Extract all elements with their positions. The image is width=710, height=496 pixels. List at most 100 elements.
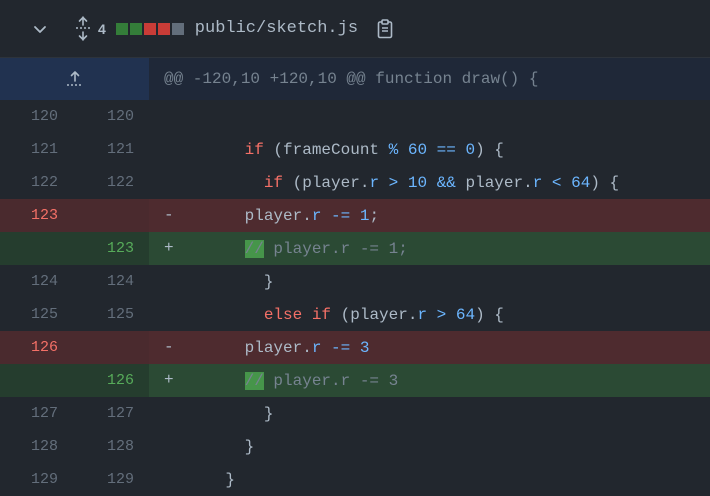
code-token: if (244, 140, 264, 159)
context-line: 120 120 (0, 100, 710, 133)
gutter-pad (134, 100, 149, 133)
old-line-number[interactable]: 126 (0, 331, 58, 364)
code-token: } (187, 272, 274, 291)
code-cell: } (149, 265, 710, 298)
context-line: 122 122 if (player.r > 10 && player.r < 6… (0, 166, 710, 199)
copy-icon[interactable] (377, 18, 393, 39)
new-line-number[interactable]: 129 (58, 463, 134, 496)
chevron-down-icon[interactable] (32, 21, 48, 37)
deleted-line: 123 - player.r -= 1; (0, 199, 710, 232)
expand-up-button[interactable] (0, 58, 149, 100)
new-line-number[interactable]: 124 (58, 265, 134, 298)
code-token: else if (263, 305, 332, 324)
gutter-pad (134, 397, 149, 430)
new-line-number[interactable] (58, 331, 134, 364)
gutter-pad (134, 463, 149, 496)
old-line-number[interactable]: 120 (0, 100, 58, 133)
context-line: 125 125 else if (player.r > 64) { (0, 298, 710, 331)
gutter-pad (134, 298, 149, 331)
code-token: < (551, 173, 562, 192)
context-line: 127 127 } (0, 397, 710, 430)
new-line-number[interactable]: 120 (58, 100, 134, 133)
hunk-text: @@ -120,10 +120,10 @@ function draw() { (149, 58, 710, 100)
diff-lines: 120 120 121 121 if (frameCount % 60 == 0) {… (0, 100, 710, 496)
old-line-number[interactable]: 122 (0, 166, 58, 199)
code-text: } (187, 404, 274, 423)
code-text: } (187, 272, 274, 291)
context-line: 129 129 } (0, 463, 710, 496)
code-token: -= (331, 206, 351, 225)
code-cell: + // player.r -= 3 (149, 364, 710, 397)
code-text: if (frameCount % 60 == 0) { (187, 141, 504, 159)
gutter-pad (134, 232, 149, 265)
code-token: r (311, 338, 322, 357)
code-token: r (417, 305, 428, 324)
added-line: 123 + // player.r -= 1; (0, 232, 710, 265)
gutter-pad (134, 430, 149, 463)
code-token: (player. (331, 305, 418, 324)
new-line-number[interactable] (58, 199, 134, 232)
code-token: player.r -= 1; (263, 239, 408, 258)
new-line-number[interactable]: 127 (58, 397, 134, 430)
code-token: 60 (407, 140, 428, 159)
code-token: player.r -= 3 (263, 371, 399, 390)
code-token: } (187, 470, 236, 489)
old-line-number[interactable]: 121 (0, 133, 58, 166)
code-cell: } (149, 463, 710, 496)
new-line-number[interactable]: 121 (58, 133, 134, 166)
gutter-pad (134, 166, 149, 199)
old-line-number[interactable] (0, 232, 58, 265)
context-line: 124 124 } (0, 265, 710, 298)
plus-sign: + (149, 232, 187, 265)
gutter-pad (134, 265, 149, 298)
new-line-number[interactable]: 128 (58, 430, 134, 463)
code-text: // player.r -= 3 (187, 371, 399, 390)
code-cell: - player.r -= 3 (149, 331, 710, 364)
old-line-number[interactable] (0, 364, 58, 397)
gutter-pad (134, 133, 149, 166)
old-line-number[interactable]: 125 (0, 298, 58, 331)
old-line-number[interactable]: 124 (0, 265, 58, 298)
diffstat-block (171, 22, 184, 35)
diffstat-block (129, 22, 142, 35)
new-line-number[interactable]: 126 (58, 364, 134, 397)
code-token: ; (369, 206, 380, 225)
code-token: -= (331, 338, 351, 357)
old-line-number[interactable]: 127 (0, 397, 58, 430)
code-token: if (263, 173, 284, 192)
code-token: ) { (590, 173, 620, 192)
new-line-number[interactable]: 125 (58, 298, 134, 331)
gutter-pad (134, 364, 149, 397)
old-line-number[interactable]: 129 (0, 463, 58, 496)
new-line-number[interactable]: 123 (58, 232, 134, 265)
code-token: 0 (465, 140, 476, 159)
new-line-number[interactable]: 122 (58, 166, 134, 199)
code-token: > (436, 305, 447, 324)
code-token: // (244, 239, 264, 258)
diffstat-block (115, 22, 128, 35)
old-line-number[interactable]: 128 (0, 430, 58, 463)
code-token: 10 (407, 173, 428, 192)
code-cell: + // player.r -= 1; (149, 232, 710, 265)
file-name[interactable]: public/sketch.js (195, 19, 358, 38)
code-cell: - player.r -= 1; (149, 199, 710, 232)
code-cell: if (player.r > 10 && player.r < 64) { (149, 166, 710, 199)
diffstat-block (143, 22, 156, 35)
code-token: } (187, 404, 274, 423)
code-token: r (532, 173, 543, 192)
code-text: player.r -= 3 (187, 338, 370, 357)
expand-all-icon[interactable] (74, 15, 92, 42)
old-line-number[interactable]: 123 (0, 199, 58, 232)
